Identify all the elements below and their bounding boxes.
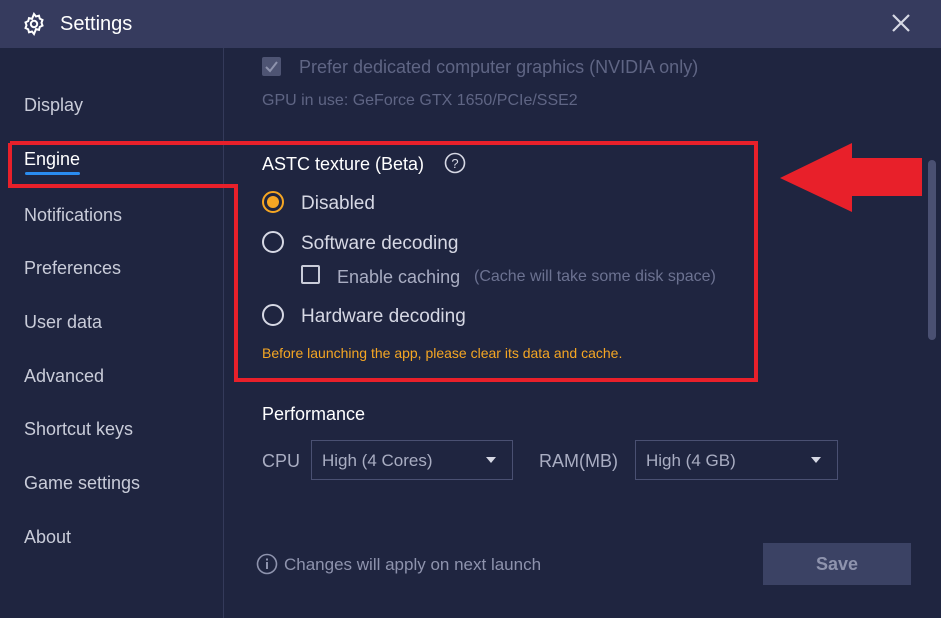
highlight-outline — [8, 141, 758, 382]
annotation-overlay — [8, 141, 922, 382]
left-arrow-icon — [780, 143, 922, 212]
